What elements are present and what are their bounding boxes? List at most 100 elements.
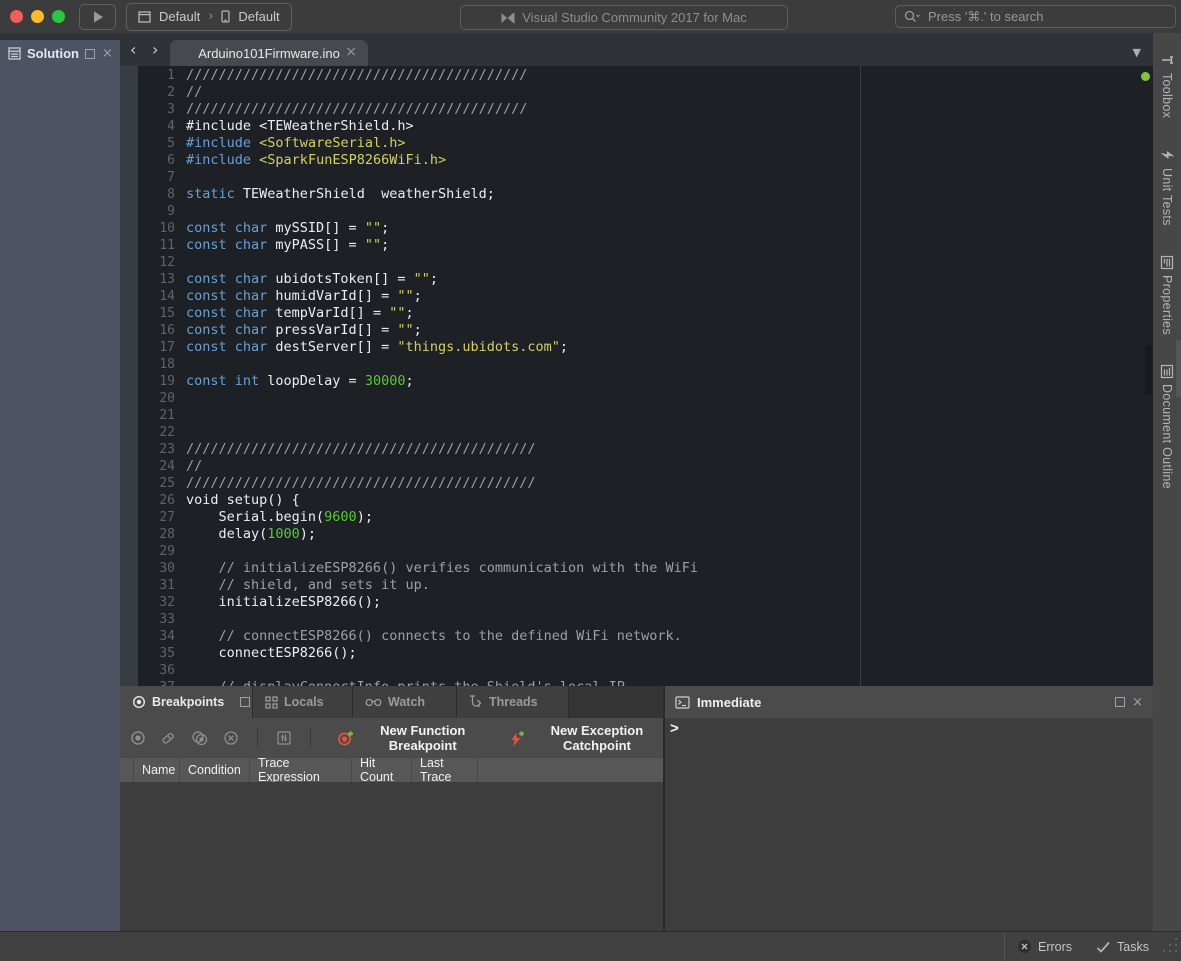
immediate-prompt: >	[670, 720, 679, 737]
code-line[interactable]: 28 delay(1000);	[120, 526, 1143, 543]
code-line[interactable]: 4#include <TEWeatherShield.h>	[120, 118, 1143, 135]
close-pad-icon[interactable]: ×	[1132, 696, 1143, 709]
code-line[interactable]: 1///////////////////////////////////////…	[120, 67, 1143, 84]
column-header-name[interactable]: Name	[134, 758, 180, 782]
dock-pad-icon[interactable]	[1115, 697, 1125, 707]
code-line[interactable]: 16const char pressVarId[] = "";	[120, 322, 1143, 339]
tasks-button[interactable]: Tasks	[1084, 940, 1161, 954]
column-header-hit-count[interactable]: Hit Count	[352, 758, 412, 782]
code-line[interactable]: 18	[120, 356, 1143, 373]
code-line[interactable]: 5#include <SoftwareSerial.h>	[120, 135, 1143, 152]
code-line[interactable]: 31 // shield, and sets it up.	[120, 577, 1143, 594]
code-line[interactable]: 6 #include <SparkFunESP8266WiFi.h>	[120, 152, 1143, 169]
line-number: 26	[120, 492, 175, 509]
code-editor[interactable]: 1///////////////////////////////////////…	[120, 66, 1153, 686]
code-line[interactable]: 35 connectESP8266();	[120, 645, 1143, 662]
code-line[interactable]: 15const char tempVarId[] = "";	[120, 305, 1143, 322]
code-line[interactable]: 22	[120, 424, 1143, 441]
immediate-console[interactable]: >	[665, 718, 1153, 931]
code-line[interactable]: 7	[120, 169, 1143, 186]
remove-all-breakpoints-icon[interactable]	[223, 730, 239, 746]
code-line[interactable]: 14const char humidVarId[] = "";	[120, 288, 1143, 305]
debug-tab-breakpoints[interactable]: Breakpoints×	[120, 686, 253, 718]
dock-tab-document-outline[interactable]: Document Outline	[1160, 365, 1174, 489]
code-line[interactable]: 32 initializeESP8266();	[120, 594, 1143, 611]
code-line[interactable]: 36	[120, 662, 1143, 679]
line-number: 6	[120, 152, 175, 169]
column-header-last-trace[interactable]: Last Trace	[412, 758, 478, 782]
line-number: 12	[120, 254, 175, 271]
code-line[interactable]: 37 // displayConnectInfo prints the Shie…	[120, 679, 1143, 686]
column-header-condition[interactable]: Condition	[180, 758, 250, 782]
code-line[interactable]: 3///////////////////////////////////////…	[120, 101, 1143, 118]
navigate-forward-icon[interactable]: ›	[152, 42, 158, 58]
code-line[interactable]: 29	[120, 543, 1143, 560]
new-exception-catchpoint-button[interactable]: New Exception Catchpoint	[508, 723, 663, 753]
debug-tab-locals[interactable]: Locals	[253, 686, 353, 718]
run-button[interactable]	[79, 4, 116, 30]
code-line[interactable]: 17const char destServer[] = "things.ubid…	[120, 339, 1143, 356]
debug-tab-threads[interactable]: Threads	[457, 686, 569, 718]
solution-icon	[8, 47, 21, 60]
immediate-pad-title: Immediate	[697, 695, 761, 710]
editor-scrollbar-thumb[interactable]	[1145, 345, 1152, 395]
dock-tab-toolbox[interactable]: Toolbox	[1160, 53, 1174, 118]
tasks-label: Tasks	[1117, 940, 1149, 954]
code-line[interactable]: 13const char ubidotsToken[] = "";	[120, 271, 1143, 288]
code-text: // connectESP8266() connects to the defi…	[186, 628, 682, 645]
code-line[interactable]: 25//////////////////////////////////////…	[120, 475, 1143, 492]
code-line[interactable]: 23//////////////////////////////////////…	[120, 441, 1143, 458]
zoom-window-button[interactable]	[52, 10, 65, 23]
code-line[interactable]: 26void setup() {	[120, 492, 1143, 509]
column-header-trace-expression[interactable]: Trace Expression	[250, 758, 352, 782]
configuration-selector[interactable]: Default › Default	[126, 3, 292, 31]
search-input[interactable]: Press '⌘.' to search	[895, 5, 1176, 28]
code-text: const char pressVarId[] = "";	[186, 322, 422, 339]
dock-pad-icon[interactable]	[85, 49, 95, 59]
dock-tab-unit-tests[interactable]: Unit Tests	[1160, 148, 1174, 226]
minimize-window-button[interactable]	[31, 10, 44, 23]
breakpoint-properties-icon[interactable]	[276, 730, 292, 746]
unittests-icon	[1162, 148, 1173, 162]
code-text: #include <SparkFunESP8266WiFi.h>	[186, 152, 446, 169]
window-scrollbar-thumb[interactable]	[1176, 340, 1181, 397]
code-line[interactable]: 10const char mySSID[] = "";	[120, 220, 1143, 237]
code-line[interactable]: 20	[120, 390, 1143, 407]
disable-all-breakpoints-icon[interactable]	[191, 730, 209, 746]
code-line[interactable]: 21	[120, 407, 1143, 424]
chevron-right-icon: ›	[208, 9, 213, 24]
close-pad-icon[interactable]: ×	[102, 47, 113, 60]
document-tab[interactable]: Arduino101Firmware.ino ×	[170, 40, 368, 66]
code-line[interactable]: 8static TEWeatherShield weatherShield;	[120, 186, 1143, 203]
immediate-pad-header: Immediate ×	[665, 686, 1153, 718]
code-line[interactable]: 12	[120, 254, 1143, 271]
new-function-breakpoint-button[interactable]: New Function Breakpoint	[337, 723, 486, 753]
breakpoints-toolbar: New Function Breakpoint New Exception Ca…	[120, 718, 663, 758]
line-number: 11	[120, 237, 175, 254]
close-window-button[interactable]	[10, 10, 23, 23]
code-line[interactable]: 2//	[120, 84, 1143, 101]
code-line[interactable]: 34 // connectESP8266() connects to the d…	[120, 628, 1143, 645]
solution-tree[interactable]	[0, 67, 120, 958]
code-line[interactable]: 30 // initializeESP8266() verifies commu…	[120, 560, 1143, 577]
code-line[interactable]: 11const char myPASS[] = "";	[120, 237, 1143, 254]
code-line[interactable]: 24//	[120, 458, 1143, 475]
errors-button[interactable]: Errors	[1005, 939, 1084, 954]
dock-pad-icon[interactable]	[240, 697, 250, 707]
debug-tab-watch[interactable]: Watch	[353, 686, 457, 718]
resize-grip[interactable]	[1161, 936, 1179, 957]
clear-breakpoint-icon[interactable]	[160, 730, 177, 746]
close-tab-icon[interactable]: ×	[345, 44, 357, 60]
code-line[interactable]: 9	[120, 203, 1143, 220]
breakpoints-list[interactable]	[120, 782, 663, 931]
line-number: 21	[120, 407, 175, 424]
code-line[interactable]: 27 Serial.begin(9600);	[120, 509, 1143, 526]
errors-icon	[1017, 939, 1032, 954]
code-line[interactable]: 33	[120, 611, 1143, 628]
new-breakpoint-icon[interactable]	[130, 730, 146, 746]
code-line[interactable]: 19const int loopDelay = 30000;	[120, 373, 1143, 390]
tab-list-dropdown-icon[interactable]: ▼	[1133, 46, 1141, 59]
dock-tab-properties[interactable]: Properties	[1160, 256, 1174, 335]
navigate-back-icon[interactable]: ‹	[130, 42, 136, 58]
quick-task-status-icon[interactable]	[1141, 72, 1150, 81]
